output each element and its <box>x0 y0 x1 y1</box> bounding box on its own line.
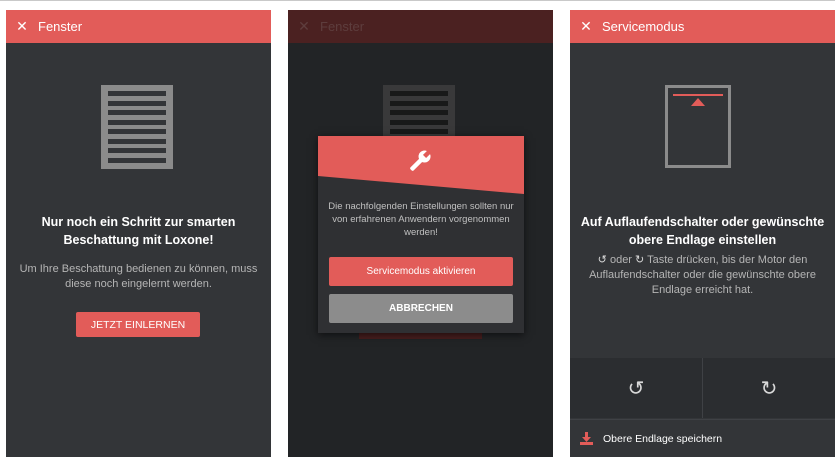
activate-service-mode-button[interactable]: Servicemodus aktivieren <box>329 257 513 286</box>
close-icon[interactable]: ✕ <box>6 19 38 35</box>
service-instruction: ↺ oder ↻ Taste drücken, bis der Motor de… <box>580 252 825 298</box>
dialog-header <box>318 136 524 194</box>
top-divider <box>0 0 835 1</box>
motor-controls: ↺ ↻ <box>570 358 835 418</box>
intro-text: Um Ihre Beschattung bedienen zu können, … <box>19 263 258 290</box>
intro-heading: Nur noch ein Schritt zur smarten Beschat… <box>41 215 236 247</box>
service-heading: Auf Auflaufendschalter oder gewünschte o… <box>580 215 825 247</box>
screen-service-mode: ✕ Servicemodus Auf Auflaufendschalter od… <box>570 10 835 457</box>
screen-fenster-intro: ✕ Fenster Nur noch ein Schritt zur smart… <box>6 10 271 457</box>
learn-now-button[interactable]: JETZT EINLERNEN <box>76 312 200 337</box>
close-icon[interactable]: ✕ <box>570 19 602 35</box>
upper-end-position-icon <box>665 85 731 168</box>
instruction-or: oder <box>609 254 632 266</box>
rotate-ccw-icon: ↺ <box>597 253 607 266</box>
download-icon <box>580 432 593 445</box>
header-bar: ✕ Fenster <box>6 10 271 43</box>
rotate-cw-icon: ↻ <box>760 376 778 400</box>
save-label: Obere Endlage speichern <box>603 432 723 445</box>
rotate-cw-button[interactable]: ↻ <box>703 358 835 418</box>
rotate-ccw-button[interactable]: ↺ <box>570 358 702 418</box>
screen-service-dialog: ✕ Fenster Die nachfolgenden Einstellunge… <box>288 10 553 457</box>
header-title: Fenster <box>38 19 83 34</box>
rotate-ccw-icon: ↺ <box>627 376 645 400</box>
save-upper-end-button[interactable]: Obere Endlage speichern <box>570 419 835 457</box>
service-mode-dialog: Die nachfolgenden Einstellungen sollten … <box>318 136 524 333</box>
dialog-message: Die nachfolgenden Einstellungen sollten … <box>328 201 514 238</box>
cancel-button[interactable]: ABBRECHEN <box>329 294 513 323</box>
rotate-cw-icon: ↻ <box>635 253 645 266</box>
header-bar: ✕ Servicemodus <box>570 10 835 43</box>
header-title: Servicemodus <box>602 19 685 34</box>
window-shutter-icon <box>101 85 173 169</box>
